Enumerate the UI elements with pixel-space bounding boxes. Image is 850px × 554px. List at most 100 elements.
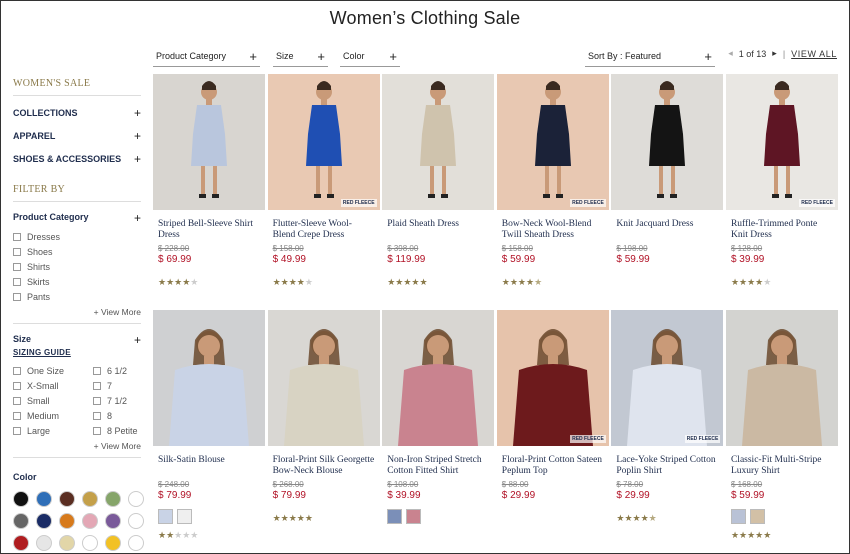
product-card[interactable]: Plaid Sheath Dress $ 398.00 $ 119.99 ★★★★★ (382, 74, 495, 310)
product-image[interactable] (611, 74, 724, 210)
checkbox[interactable] (13, 396, 21, 405)
product-name[interactable]: Floral-Print Silk Georgette Bow-Neck Blo… (273, 455, 375, 477)
color-swatch[interactable] (59, 513, 75, 529)
product-name[interactable]: Classic-Fit Multi-Stripe Luxury Shirt (731, 455, 833, 477)
product-name[interactable]: Lace-Yoke Striped Cotton Poplin Shirt (616, 455, 718, 477)
color-thumbnail[interactable] (406, 509, 422, 524)
checkbox[interactable] (93, 411, 101, 420)
view-more-link[interactable]: + View More (13, 307, 141, 317)
color-thumbnail[interactable] (749, 509, 765, 524)
sidebar-item-shoes-accessories[interactable]: SHOES & ACCESSORIES + (13, 147, 141, 170)
product-category-filter-toggle[interactable]: Product Category + (13, 212, 141, 224)
color-thumbnail[interactable] (387, 509, 403, 524)
checkbox[interactable] (13, 366, 21, 375)
product-card[interactable]: RED FLEECE Flutter-Sleeve Wool-Blend Crep… (267, 74, 380, 310)
checkbox-option[interactable]: Shirts (13, 259, 141, 274)
checkbox[interactable] (13, 381, 21, 390)
color-swatch[interactable] (82, 513, 98, 529)
checkbox-option[interactable]: Shoes (13, 244, 141, 259)
product-card[interactable]: Floral-Print Silk Georgette Bow-Neck Blo… (267, 310, 380, 546)
color-dropdown[interactable]: Color + (340, 46, 400, 67)
product-card[interactable]: Striped Bell-Sleeve Shirt Dress $ 228.00 $… (153, 74, 265, 310)
checkbox-option[interactable]: 7 1/2 (93, 393, 141, 408)
checkbox[interactable] (93, 366, 101, 375)
checkbox[interactable] (13, 411, 21, 420)
color-swatch[interactable] (36, 491, 52, 507)
checkbox[interactable] (93, 381, 101, 390)
product-name[interactable]: Striped Bell-Sleeve Shirt Dress (158, 219, 260, 241)
checkbox-option[interactable]: Medium (13, 408, 93, 423)
product-image[interactable]: RED FLEECE (267, 74, 380, 210)
product-category-dropdown[interactable]: Product Category + (153, 46, 260, 67)
product-image[interactable]: RED FLEECE (725, 74, 838, 210)
size-dropdown[interactable]: Size + (273, 46, 328, 67)
checkbox-option[interactable]: One Size (13, 363, 93, 378)
product-card[interactable]: Knit Jacquard Dress $ 198.00 $ 59.99 (611, 74, 724, 310)
color-swatch[interactable] (13, 491, 29, 507)
product-name[interactable]: Bow-Neck Wool-Blend Twill Sheath Dress (502, 219, 604, 241)
color-swatch[interactable] (105, 513, 121, 529)
checkbox-option[interactable]: 6 1/2 (93, 363, 141, 378)
checkbox[interactable] (13, 232, 21, 241)
checkbox-option[interactable]: Large (13, 423, 93, 438)
product-name[interactable]: Flutter-Sleeve Wool-Blend Crepe Dress (273, 219, 375, 241)
product-image[interactable] (382, 310, 495, 446)
color-swatch[interactable] (59, 535, 75, 551)
product-name[interactable]: Plaid Sheath Dress (387, 219, 489, 241)
product-name[interactable]: Knit Jacquard Dress (616, 219, 718, 241)
next-page-icon[interactable]: ▸ (772, 48, 777, 59)
sidebar-item-collections[interactable]: COLLECTIONS + (13, 101, 141, 124)
product-name[interactable]: Ruffle-Trimmed Ponte Knit Dress (731, 219, 833, 241)
color-swatch[interactable] (128, 513, 144, 529)
color-swatch[interactable] (82, 491, 98, 507)
checkbox[interactable] (13, 262, 21, 271)
checkbox[interactable] (93, 396, 101, 405)
product-card[interactable]: RED FLEECE Ruffle-Trimmed Ponte Knit Dres… (725, 74, 838, 310)
size-filter-toggle[interactable]: Size + (13, 334, 141, 346)
checkbox-option[interactable]: 7 (93, 378, 141, 393)
product-image[interactable] (153, 310, 265, 446)
checkbox-option[interactable]: 8 (93, 408, 141, 423)
checkbox[interactable] (13, 426, 21, 435)
product-name[interactable]: Non-Iron Striped Stretch Cotton Fitted S… (387, 455, 489, 477)
view-all-link[interactable]: VIEW ALL (791, 49, 837, 59)
product-card[interactable]: Classic-Fit Multi-Stripe Luxury Shirt $ 1… (725, 310, 838, 546)
checkbox-option[interactable]: 8 Petite (93, 423, 141, 438)
color-swatch[interactable] (36, 535, 52, 551)
checkbox-option[interactable]: Skirts (13, 274, 141, 289)
color-swatch[interactable] (128, 535, 144, 551)
product-image[interactable] (382, 74, 495, 210)
product-card[interactable]: RED FLEECE Lace-Yoke Striped Cotton Popli… (611, 310, 724, 546)
color-swatch[interactable] (36, 513, 52, 529)
sort-dropdown[interactable]: Sort By : Featured + (585, 46, 715, 67)
product-card[interactable]: Silk-Satin Blouse $ 248.00 $ 79.99 ★★★★★ (153, 310, 265, 546)
product-image[interactable] (267, 310, 380, 446)
prev-page-icon[interactable]: ◂ (728, 48, 733, 59)
color-swatch[interactable] (105, 535, 121, 551)
checkbox[interactable] (93, 426, 101, 435)
product-image[interactable]: RED FLEECE (496, 74, 609, 210)
color-thumbnail[interactable] (177, 509, 192, 524)
color-swatch[interactable] (13, 535, 29, 551)
checkbox-option[interactable]: X-Small (13, 378, 93, 393)
checkbox[interactable] (13, 247, 21, 256)
product-card[interactable]: RED FLEECE Floral-Print Cotton Sateen Pep… (496, 310, 609, 546)
product-card[interactable]: Non-Iron Striped Stretch Cotton Fitted S… (382, 310, 495, 546)
product-image[interactable]: RED FLEECE (611, 310, 724, 446)
color-thumbnail[interactable] (158, 509, 173, 524)
product-name[interactable]: Silk-Satin Blouse (158, 455, 260, 477)
checkbox-option[interactable]: Pants (13, 289, 141, 304)
checkbox[interactable] (13, 277, 21, 286)
checkbox[interactable] (13, 292, 21, 301)
view-more-link[interactable]: + View More (13, 441, 141, 451)
color-swatch[interactable] (13, 513, 29, 529)
color-swatch[interactable] (82, 535, 98, 551)
color-swatch[interactable] (59, 491, 75, 507)
product-name[interactable]: Floral-Print Cotton Sateen Peplum Top (502, 455, 604, 477)
checkbox-option[interactable]: Dresses (13, 229, 141, 244)
checkbox-option[interactable]: Small (13, 393, 93, 408)
color-swatch[interactable] (105, 491, 121, 507)
color-thumbnail[interactable] (730, 509, 746, 524)
color-swatch[interactable] (128, 491, 144, 507)
product-image[interactable] (153, 74, 265, 210)
